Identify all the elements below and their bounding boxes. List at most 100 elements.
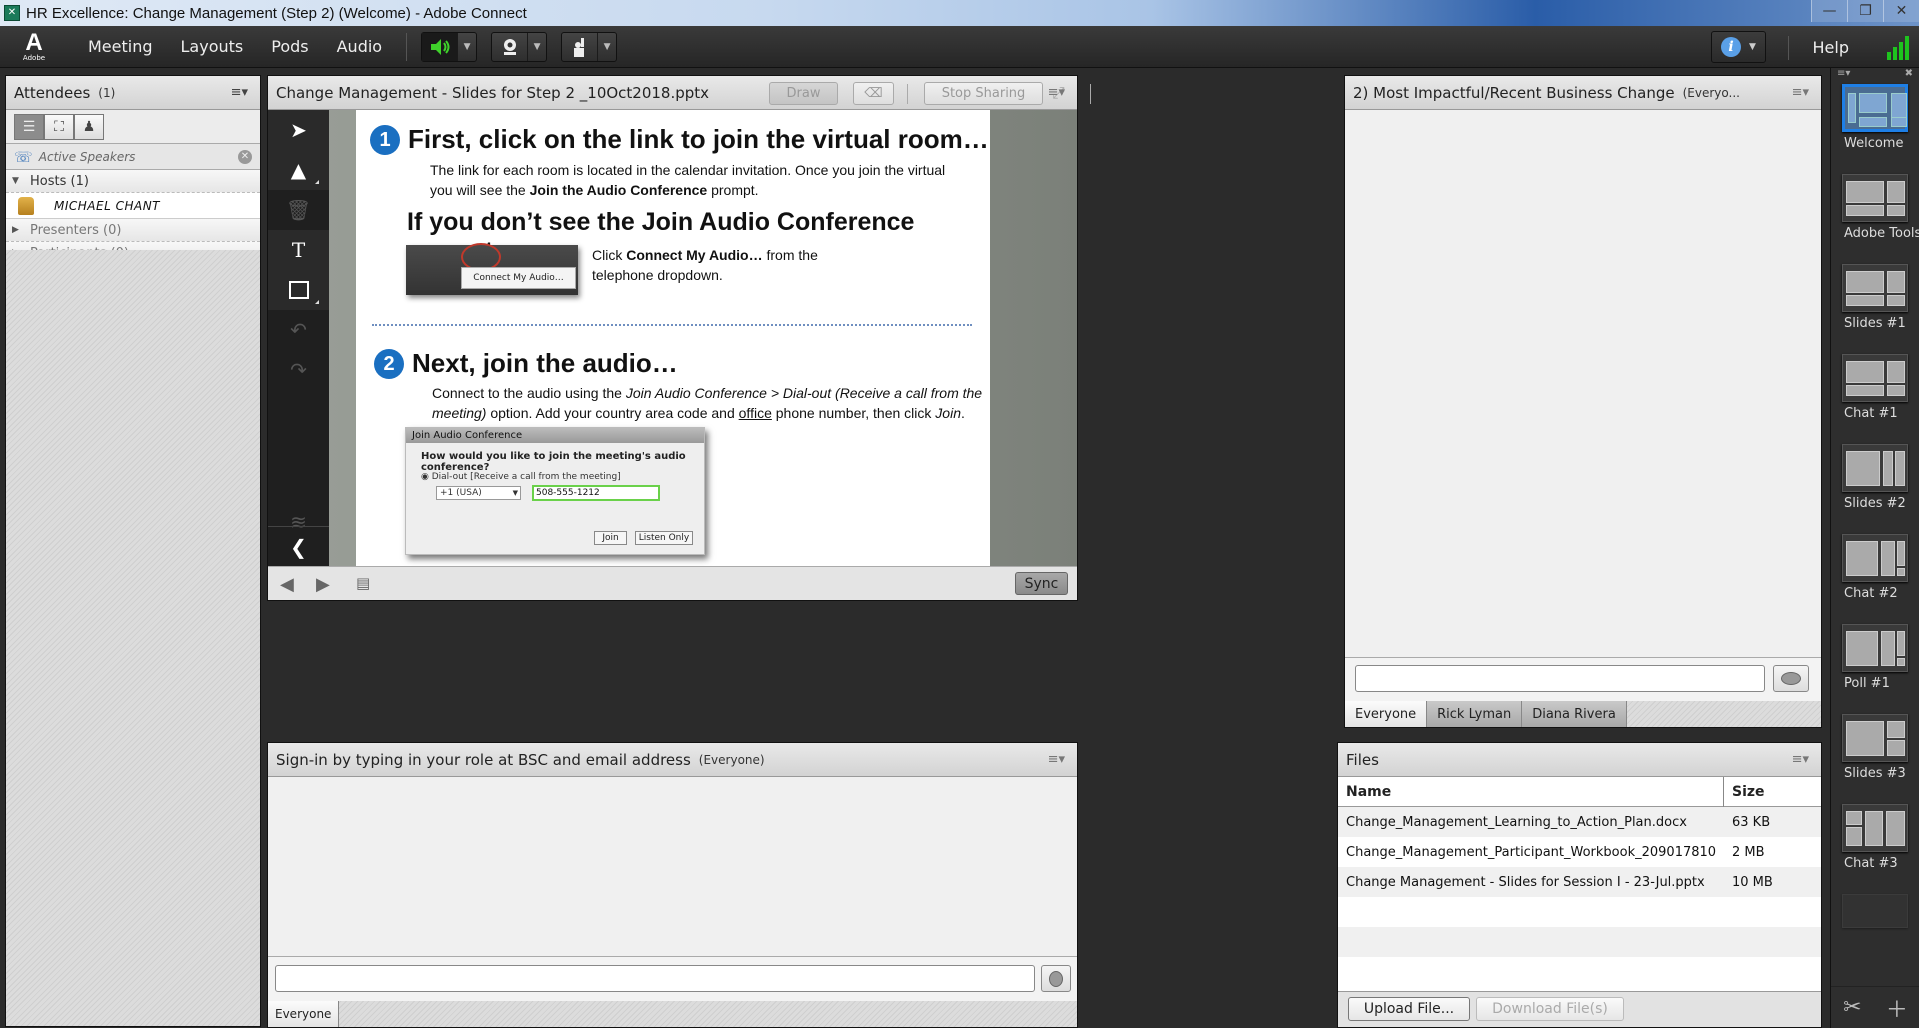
camera-button[interactable]: ▼ <box>491 31 548 62</box>
list-view-button[interactable]: ☰ <box>14 113 44 140</box>
layout-thumbnail-icon <box>1842 84 1908 132</box>
chat-pod-title: 2) Most Impactful/Recent Business Change <box>1353 83 1675 102</box>
menu-pods[interactable]: Pods <box>271 37 308 56</box>
chat-tab-everyone[interactable]: Everyone <box>1345 701 1428 727</box>
layout-thumbnail-icon <box>1842 264 1908 312</box>
thumbnail-pane <box>1887 721 1905 738</box>
pod-menu-icon[interactable]: ≡▾ <box>1792 85 1809 100</box>
delete-tool[interactable]: 🗑 <box>268 190 329 230</box>
chat-pod-header: 2) Most Impactful/Recent Business Change… <box>1345 76 1821 110</box>
menu-meeting[interactable]: Meeting <box>88 37 153 56</box>
download-files-button[interactable]: Download File(s) <box>1476 997 1624 1021</box>
highlighter-tool[interactable]: ▲ <box>268 150 329 190</box>
signin-message-input[interactable] <box>275 965 1035 992</box>
thumbnail-pane <box>1887 361 1905 383</box>
redo-tool[interactable]: ↷ <box>268 350 329 390</box>
column-name[interactable]: Name <box>1338 776 1724 807</box>
undo-icon: ↶ <box>290 318 307 342</box>
text-tool[interactable]: T <box>268 230 329 270</box>
draw-button[interactable]: Draw <box>769 82 838 105</box>
pod-menu-icon[interactable]: ≡▾ <box>1792 752 1809 767</box>
audio-toolbar-screenshot: Connect My Audio… <box>406 243 578 295</box>
text-run: . <box>960 405 965 421</box>
file-row[interactable]: Change Management - Slides for Session I… <box>1338 867 1821 897</box>
previous-slide-icon[interactable]: ◀ <box>280 574 294 595</box>
status-button[interactable]: ▼ <box>561 31 618 62</box>
camera-dropdown-icon[interactable]: ▼ <box>528 33 546 61</box>
status-dropdown-icon[interactable]: ▼ <box>598 33 616 61</box>
layout-item-partial[interactable] <box>1840 894 1910 962</box>
column-size[interactable]: Size <box>1724 784 1765 800</box>
dotted-divider <box>372 324 972 326</box>
empty-row <box>1338 897 1821 927</box>
pod-menu-icon[interactable]: ≡▾ <box>1048 85 1065 100</box>
chat-tab-diana-rivera[interactable]: Diana Rivera <box>1522 701 1627 727</box>
pointer-tool[interactable]: ➤ <box>268 110 329 150</box>
layout-item[interactable]: Chat #3 <box>1840 804 1910 872</box>
host-avatar-icon <box>18 196 34 215</box>
layout-item[interactable]: Chat #2 <box>1840 534 1910 602</box>
stop-sharing-button[interactable]: Stop Sharing <box>924 82 1043 105</box>
layout-item[interactable]: Slides #1 <box>1840 264 1910 332</box>
restore-button[interactable]: ❐ <box>1847 0 1883 22</box>
chat-message-input[interactable] <box>1355 665 1765 692</box>
layout-item[interactable]: Slides #2 <box>1840 444 1910 512</box>
layouts-menu-icon[interactable]: ≡▾ <box>1837 68 1850 80</box>
undo-tool[interactable]: ↶ <box>268 310 329 350</box>
attendee-row[interactable]: MICHAEL CHANT <box>6 193 260 219</box>
menu-layouts[interactable]: Layouts <box>181 37 244 56</box>
annotate-button[interactable]: ⌫ <box>853 82 894 105</box>
share-footer: ◀ ▶ ▤ Sync <box>268 566 1077 600</box>
menubar: A Adobe Meeting Layouts Pods Audio ▼ ▼ ▼ <box>0 26 1919 68</box>
speaker-dropdown-icon[interactable]: ▼ <box>458 33 476 61</box>
minimize-button[interactable]: — <box>1811 0 1847 22</box>
speaker-button[interactable]: ▼ <box>421 31 478 62</box>
file-row[interactable]: Change_Management_Learning_to_Action_Pla… <box>1338 807 1821 837</box>
file-row[interactable]: Change_Management_Participant_Workbook_2… <box>1338 837 1821 867</box>
rectangle-icon <box>288 281 309 299</box>
thumbnail-pane <box>1846 181 1884 203</box>
close-active-speakers-icon[interactable]: ✕ <box>238 149 252 164</box>
text-run-underline: office <box>738 405 772 421</box>
help-menu[interactable]: Help <box>1813 38 1849 57</box>
upload-file-button[interactable]: Upload File... <box>1348 997 1470 1021</box>
layout-item[interactable]: Slides #3 <box>1840 714 1910 782</box>
grid-view-button[interactable]: ⛶ <box>44 113 74 140</box>
redo-icon: ↷ <box>290 358 307 382</box>
menu-audio[interactable]: Audio <box>337 37 382 56</box>
next-slide-icon[interactable]: ▶ <box>316 574 330 595</box>
close-button[interactable]: ✕ <box>1883 0 1919 22</box>
text-icon: T <box>291 238 306 262</box>
layout-item[interactable]: Welcome <box>1840 84 1910 152</box>
collapse-toolbar-button[interactable]: ❮ <box>268 526 329 566</box>
thumbnail-pane <box>1846 295 1884 306</box>
shape-tool[interactable] <box>268 270 329 310</box>
info-button[interactable]: i ▼ <box>1711 31 1766 63</box>
layout-item[interactable]: Chat #1 <box>1840 354 1910 422</box>
group-presenters[interactable]: ▶ Presenters (0) <box>6 219 260 242</box>
dialog-listen-only-button: Listen Only <box>635 531 693 545</box>
group-hosts[interactable]: ▼ Hosts (1) <box>6 170 260 193</box>
text-run: Click <box>592 247 627 263</box>
layout-item[interactable]: Poll #1 <box>1840 624 1910 692</box>
layout-label: Slides #1 <box>1844 316 1906 331</box>
sync-button[interactable]: Sync <box>1015 572 1068 595</box>
thumbnail-pane <box>1897 631 1905 656</box>
send-message-button[interactable] <box>1773 665 1809 692</box>
manage-layouts-icon[interactable]: ✂ <box>1843 995 1861 1020</box>
close-rail-icon[interactable]: ✖ <box>1905 68 1913 80</box>
signin-send-button[interactable] <box>1041 965 1071 992</box>
role-view-button[interactable]: ♟ <box>74 113 104 140</box>
step1-paragraph: The link for each room is located in the… <box>430 160 945 200</box>
pod-menu-icon[interactable]: ≡▾ <box>1048 752 1065 767</box>
thumbnail-pane <box>1846 205 1884 216</box>
chat-tab-rick-lyman[interactable]: Rick Lyman <box>1427 701 1523 727</box>
add-layout-icon[interactable]: ＋ <box>1886 992 1908 1024</box>
signin-tab-everyone[interactable]: Everyone <box>268 1001 340 1027</box>
sidebar-toggle-icon[interactable]: ▤ <box>356 574 370 592</box>
thumbnail-pane <box>1886 811 1905 846</box>
layout-item[interactable]: Adobe Tools <box>1840 174 1919 242</box>
pod-menu-icon[interactable]: ≡▾ <box>231 85 248 100</box>
attendee-view-switcher: ☰ ⛶ ♟ <box>6 110 260 144</box>
layout-thumbnail-icon <box>1842 714 1908 762</box>
